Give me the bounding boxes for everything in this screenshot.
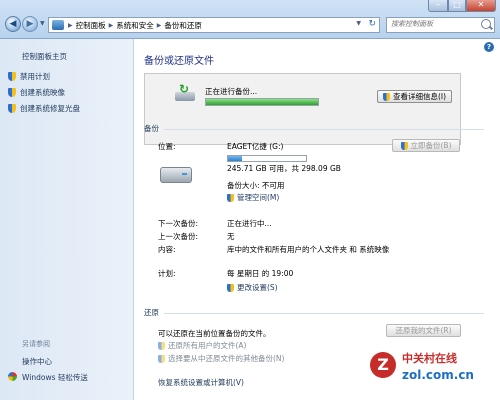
address-dropdown-icon[interactable]: ▼: [356, 20, 361, 27]
breadcrumb-backup-restore[interactable]: 备份和还原: [162, 20, 204, 31]
control-panel-home-link[interactable]: 控制面板主页: [22, 51, 67, 62]
backup-progress-bar: [205, 98, 319, 106]
help-icon[interactable]: ?: [484, 42, 494, 52]
sidebar-item-label: 创建系统修复光盘: [20, 104, 80, 113]
sidebar-item-disable-schedule[interactable]: 禁用计划: [8, 71, 50, 82]
windows-logo-icon: [8, 372, 17, 381]
backup-size-text: 备份大小: 不可用: [227, 181, 285, 190]
restore-my-files-button[interactable]: 还原我的文件(R): [386, 324, 461, 337]
sidebar-item-label: 创建系统映像: [20, 88, 65, 97]
page-title: 备份或还原文件: [144, 56, 214, 67]
see-also-heading: 另请参阅: [22, 340, 50, 348]
drive-space-text: 245.71 GB 可用，共 298.09 GB: [227, 164, 341, 173]
refresh-icon[interactable]: ↻: [368, 19, 376, 29]
shield-icon: [400, 141, 408, 150]
shield-icon: [382, 92, 390, 101]
forward-button[interactable]: ▶: [22, 16, 38, 32]
shield-icon: [158, 341, 165, 350]
location-label: 位置:: [158, 142, 176, 151]
restore-description: 可以还原在当前位置备份的文件。: [158, 329, 271, 338]
shield-icon: [8, 104, 16, 113]
window-controls: – □ ✕: [428, 0, 496, 12]
breadcrumb-control-panel[interactable]: 控制面板: [74, 20, 108, 31]
restore-all-users-link[interactable]: 还原所有用户的文件(A): [158, 340, 246, 351]
sidebar-item-create-repair-disc[interactable]: 创建系统修复光盘: [8, 103, 80, 114]
shield-icon: [8, 72, 16, 81]
watermark-brand-text: 中关村在线: [402, 352, 457, 365]
contents-label: 内容:: [158, 245, 176, 254]
section-divider: [164, 313, 484, 314]
shield-icon: [158, 354, 165, 363]
drive-usage-fill: [228, 156, 243, 161]
maximize-button[interactable]: □: [448, 0, 466, 12]
recent-pages-dropdown-icon[interactable]: ▼: [40, 20, 45, 27]
sidebar-item-create-system-image[interactable]: 创建系统映像: [8, 87, 65, 98]
watermark-site-text: zol.com.cn: [402, 368, 474, 382]
search-box[interactable]: [386, 17, 495, 33]
select-other-backup-link[interactable]: 选择要从中还原文件的其他备份(N): [158, 353, 284, 364]
change-settings-label: 更改设置(S): [237, 283, 278, 292]
restore-all-users-label: 还原所有用户的文件(A): [168, 341, 247, 350]
view-details-button[interactable]: 查看详细信息(I): [377, 90, 452, 103]
backup-progress-fill: [206, 99, 318, 105]
shield-icon: [8, 88, 16, 97]
schedule-value: 每 星期日 的 19:00: [227, 269, 294, 278]
next-backup-value: 正在进行中...: [227, 219, 272, 228]
search-icon[interactable]: [481, 19, 491, 29]
backup-section-heading: 备份: [144, 124, 159, 133]
breadcrumb-system-security[interactable]: 系统和安全: [114, 20, 156, 31]
zol-logo: Z: [370, 352, 396, 378]
schedule-label: 计划:: [158, 269, 176, 278]
manage-space-link[interactable]: 管理空间(M): [227, 192, 279, 203]
backup-now-button[interactable]: 立即备份(B): [392, 139, 460, 152]
chevron-right-icon[interactable]: ▶: [156, 22, 163, 29]
shield-icon: [227, 193, 234, 202]
change-settings-link[interactable]: 更改设置(S): [227, 282, 278, 293]
drive-usage-bar: [227, 155, 307, 162]
last-backup-label: 上一次备份:: [158, 232, 199, 241]
chevron-right-icon[interactable]: ▶: [67, 22, 74, 29]
external-drive-icon: [160, 167, 192, 183]
next-backup-label: 下一次备份:: [158, 219, 199, 228]
last-backup-value: 无: [227, 232, 235, 241]
manage-space-label: 管理空间(M): [237, 193, 280, 202]
close-button[interactable]: ✕: [466, 0, 496, 12]
zol-watermark: Z 中关村在线 zol.com.cn: [370, 346, 495, 396]
backup-progress-panel: ↻ 正在进行备份... 查看详细信息(I): [144, 73, 461, 145]
backup-in-progress-icon: ↻: [175, 83, 197, 102]
section-divider: [164, 129, 484, 130]
backup-status-text: 正在进行备份...: [205, 87, 258, 96]
view-details-label: 查看详细信息(I): [392, 92, 447, 101]
backup-now-label: 立即备份(B): [410, 141, 452, 150]
contents-value: 库中的文件和所有用户的个人文件夹 和 系统映像: [227, 245, 390, 254]
minimize-button[interactable]: –: [428, 0, 448, 12]
windows-easy-transfer-link[interactable]: Windows 轻松传送: [22, 372, 88, 383]
back-button[interactable]: ◀: [5, 16, 21, 32]
restore-section-heading: 还原: [144, 308, 159, 317]
drive-name: EAGET亿捷 (G:): [227, 142, 284, 151]
select-other-backup-label: 选择要从中还原文件的其他备份(N): [168, 354, 285, 363]
chevron-right-icon[interactable]: ▶: [108, 22, 115, 29]
title-bar: – □ ✕ ◀ ▶ ▼ ▶ 控制面板 ▶ 系统和安全 ▶ 备份和还原 ▼ ↻: [0, 0, 500, 39]
shield-icon: [227, 283, 234, 292]
search-input[interactable]: [387, 18, 479, 30]
sidebar-item-label: 禁用计划: [20, 72, 50, 81]
left-nav-pane: 控制面板主页 禁用计划 创建系统映像 创建系统修复光盘 另请参阅 操作中心 Wi…: [0, 39, 134, 400]
recover-system-link[interactable]: 恢复系统设置或计算机(V): [158, 377, 244, 388]
control-panel-icon: [52, 20, 64, 30]
address-bar[interactable]: ▶ 控制面板 ▶ 系统和安全 ▶ 备份和还原 ▼ ↻: [48, 17, 380, 33]
action-center-link[interactable]: 操作中心: [22, 356, 52, 367]
